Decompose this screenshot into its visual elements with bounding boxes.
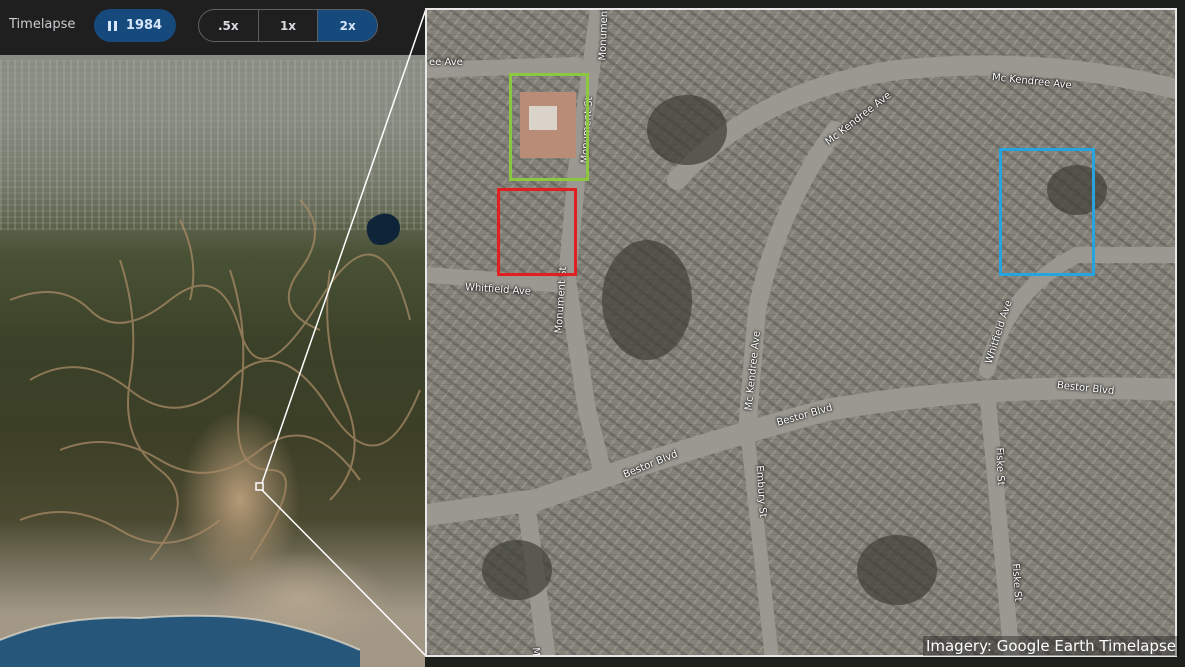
label-ee-ave: ee Ave — [429, 57, 463, 68]
highlight-box-red — [497, 188, 577, 276]
highlight-box-blue — [999, 148, 1095, 276]
detail-satellite-inset[interactable]: Mc Kendree Ave Mc Kendree Ave Mc Kendree… — [425, 8, 1177, 657]
timelapse-stage: Timelapse 1984 .5x 1x 2x Mc Kendree Ave … — [0, 0, 1185, 667]
label-fiske-st-top: Fiske St — [993, 447, 1006, 486]
label-monument-bottom: Mo — [529, 647, 542, 657]
imagery-credit: Imagery: Google Earth Timelapse — [922, 636, 1179, 656]
highlight-box-green — [509, 73, 589, 181]
